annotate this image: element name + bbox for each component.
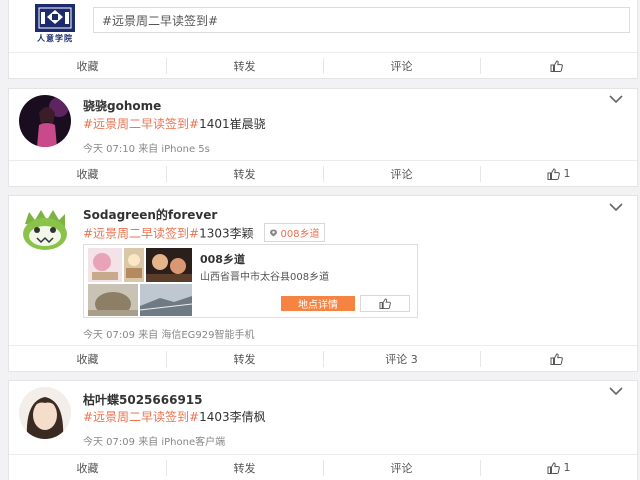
post-card: 骁骁gohome #远景周二早读签到#1401崔晨骁 今天 07:10 来自 i… (8, 88, 638, 187)
post-time[interactable]: 今天 07:09 (83, 437, 135, 448)
comment-label: 评论 (390, 461, 413, 475)
like-button[interactable] (480, 346, 637, 371)
logo-text: 人意学院 (37, 34, 73, 43)
post-card: 枯叶蝶5025666915 #远景周二早读签到#1403李倩枫 今天 07:09… (8, 380, 638, 480)
post-meta: 今天 07:09 来自 iPhone客户端 (83, 433, 225, 448)
comment-label: 评论 (390, 167, 413, 181)
like-count: 1 (563, 461, 571, 474)
thumbs-up-icon (379, 298, 391, 309)
username[interactable]: Sodagreen的forever (83, 206, 217, 223)
topic-link[interactable]: #远景周二早读签到# (83, 117, 199, 131)
post-text: #远景周二早读签到#1303李颖 008乡道 (83, 223, 325, 242)
forward-button[interactable]: 转发 (166, 455, 323, 480)
post-meta: 今天 07:09 来自 海信EG929智能手机 (83, 326, 255, 341)
comment-button[interactable]: 评论 3 (323, 346, 480, 371)
comment-button[interactable]: 评论 (323, 455, 480, 480)
username[interactable]: 枯叶蝶5025666915 (83, 391, 203, 408)
location-name: 008乡道 (200, 253, 245, 266)
location-photo[interactable] (146, 248, 192, 282)
location-details-button[interactable]: 地点详情 (281, 296, 355, 311)
school-logo: 人意学院 (27, 3, 83, 45)
avatar[interactable] (19, 202, 71, 254)
post-content: 1303李颖 (199, 226, 254, 241)
comment-button[interactable]: 评论 (323, 161, 480, 186)
forward-button[interactable]: 转发 (166, 161, 323, 186)
favorite-button[interactable]: 收藏 (9, 161, 166, 186)
post-source[interactable]: 来自 iPhone 5s (138, 144, 210, 155)
comment-button[interactable]: 评论 (323, 53, 480, 78)
location-address: 山西省晋中市太谷县008乡道 (200, 272, 330, 283)
location-photo[interactable] (88, 248, 122, 282)
post-source[interactable]: 来自 海信EG929智能手机 (138, 330, 254, 341)
action-bar: 收藏 转发 评论 1 (9, 160, 637, 186)
forward-label: 转发 (233, 352, 256, 366)
location-photo[interactable] (139, 284, 193, 316)
like-button[interactable] (480, 53, 637, 78)
like-button[interactable]: 1 (480, 455, 637, 480)
thumbs-up-icon (547, 461, 560, 474)
comment-label: 评论 (390, 59, 413, 73)
compose-input[interactable]: #远景周二早读签到# (93, 7, 630, 33)
action-bar: 收藏 转发 评论 1 (9, 454, 637, 480)
favorite-label: 收藏 (76, 352, 99, 366)
location-tag-label: 008乡道 (280, 229, 320, 240)
comment-label: 评论 3 (385, 352, 418, 366)
chevron-down-icon[interactable] (609, 95, 623, 103)
favorite-label: 收藏 (76, 167, 99, 181)
composer-card: 人意学院 #远景周二早读签到# 收藏 转发 评论 (8, 0, 638, 79)
favorite-button[interactable]: 收藏 (9, 346, 166, 371)
post-content: 1401崔晨骁 (199, 117, 266, 131)
post-meta: 今天 07:10 来自 iPhone 5s (83, 140, 210, 155)
avatar[interactable] (19, 387, 71, 439)
post-time[interactable]: 今天 07:09 (83, 330, 135, 341)
action-bar: 收藏 转发 评论 3 (9, 345, 637, 371)
location-photo[interactable] (88, 284, 138, 316)
forward-label: 转发 (233, 167, 256, 181)
location-tag[interactable]: 008乡道 (263, 223, 325, 242)
location-card[interactable]: 008乡道 山西省晋中市太谷县008乡道 地点详情 (83, 244, 418, 318)
forward-button[interactable]: 转发 (166, 346, 323, 371)
location-photo[interactable] (124, 248, 144, 282)
username[interactable]: 骁骁gohome (83, 97, 161, 114)
action-bar: 收藏 转发 评论 (9, 52, 637, 78)
avatar[interactable] (19, 95, 71, 147)
forward-label: 转发 (233, 461, 256, 475)
forward-label: 转发 (233, 59, 256, 73)
thumbs-up-icon (550, 352, 563, 365)
post-card: Sodagreen的forever #远景周二早读签到#1303李颖 008乡道… (8, 195, 638, 372)
like-count: 1 (563, 167, 571, 180)
post-content: 1403李倩枫 (199, 410, 266, 424)
topic-link[interactable]: #远景周二早读签到# (83, 410, 199, 424)
thumbs-up-icon (550, 59, 563, 72)
chevron-down-icon[interactable] (609, 387, 623, 395)
favorite-label: 收藏 (76, 461, 99, 475)
topic-link[interactable]: #远景周二早读签到# (83, 227, 199, 241)
like-button[interactable]: 1 (480, 161, 637, 186)
favorite-label: 收藏 (76, 59, 99, 73)
post-text: #远景周二早读签到#1401崔晨骁 (83, 115, 266, 132)
post-source[interactable]: 来自 iPhone客户端 (138, 437, 225, 448)
post-text: #远景周二早读签到#1403李倩枫 (83, 408, 266, 425)
favorite-button[interactable]: 收藏 (9, 53, 166, 78)
location-pin-icon (269, 229, 277, 236)
post-time[interactable]: 今天 07:10 (83, 144, 135, 155)
thumbs-up-icon (547, 167, 560, 180)
chevron-down-icon[interactable] (609, 203, 623, 211)
forward-button[interactable]: 转发 (166, 53, 323, 78)
favorite-button[interactable]: 收藏 (9, 455, 166, 480)
location-like-button[interactable] (360, 295, 410, 312)
